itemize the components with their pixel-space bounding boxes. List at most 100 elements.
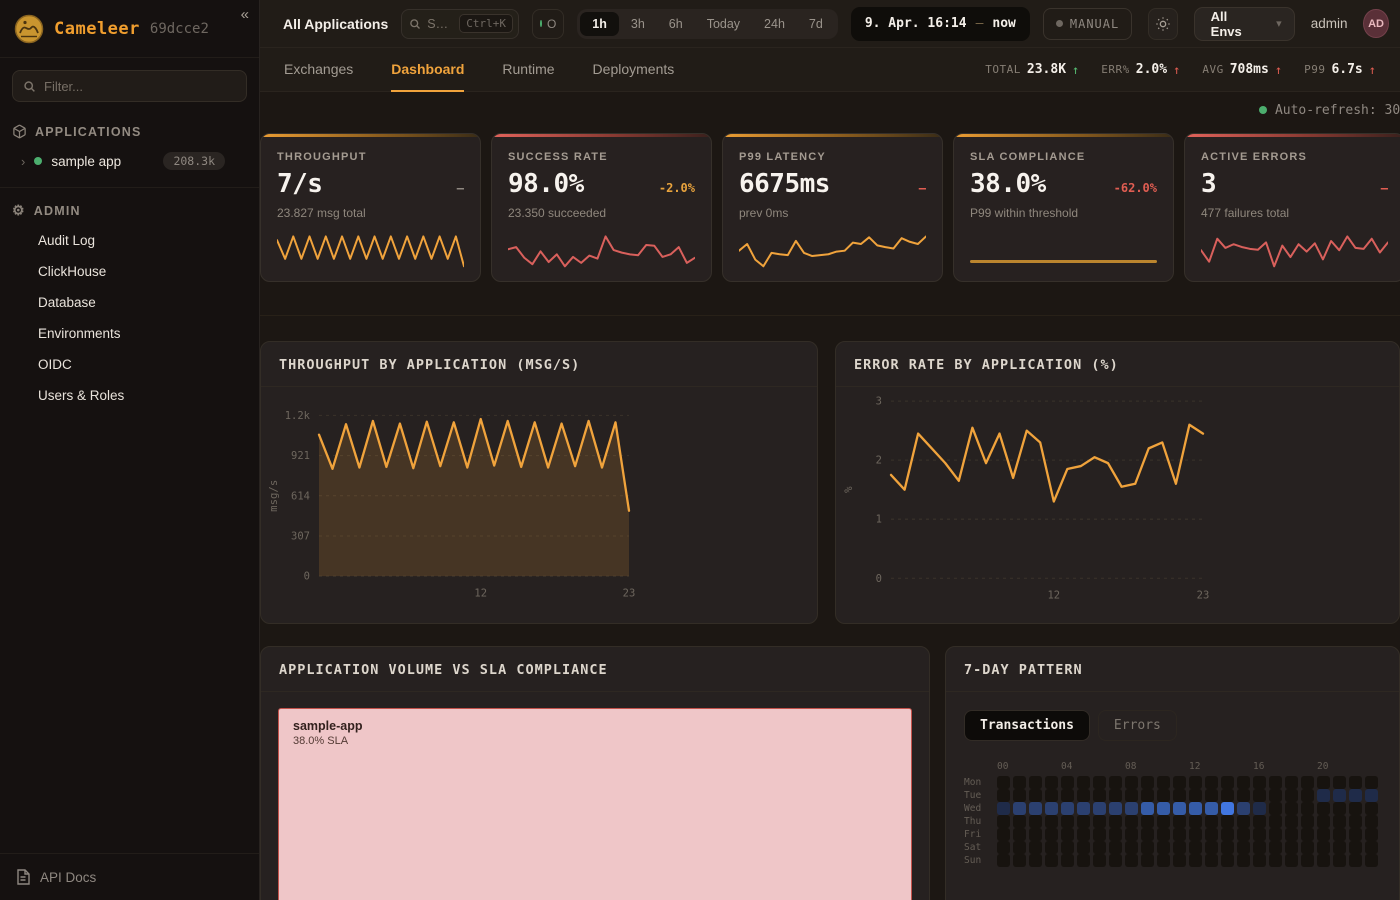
heatmap-cell [1205, 802, 1218, 815]
kpi-value-row: 98.0%-2.0% [508, 169, 695, 199]
trend-arrow-icon: ↑ [1173, 63, 1180, 77]
search-input[interactable] [427, 17, 453, 31]
auto-refresh-label: Auto-refresh: 30s [1275, 103, 1400, 118]
heatmap-cell [1301, 815, 1314, 828]
sidebar-divider [0, 187, 259, 188]
app-root: Cameleer 69dcce2 « APPLICATIONS › sample… [0, 0, 1400, 900]
tab-runtime[interactable]: Runtime [502, 48, 554, 92]
heatmap-cell [1333, 802, 1346, 815]
filter-input[interactable] [44, 79, 236, 94]
brand-logo-icon [14, 14, 44, 44]
sidebar-item-oidc[interactable]: OIDC [0, 349, 259, 380]
range-button-1h[interactable]: 1h [580, 12, 619, 36]
heatmap-cell [1045, 854, 1058, 867]
heatmap-cell [1157, 828, 1170, 841]
heatmap-cell [1317, 815, 1330, 828]
kpi-body: SUCCESS RATE98.0%-2.0%23.350 succeeded [492, 137, 711, 281]
heatmap-cell [1189, 802, 1202, 815]
heatmap-cell [1285, 802, 1298, 815]
sidebar-item-sample-app[interactable]: › sample app 208.3k [0, 145, 259, 177]
live-status-label: O [547, 17, 556, 31]
kpi-sparkline [739, 231, 926, 269]
heatmap-cell [1061, 815, 1074, 828]
kpi-body: P99 LATENCY6675ms–prev 0ms [723, 137, 942, 281]
kpi-card-active-errors: ACTIVE ERRORS3–477 failures total [1184, 133, 1400, 282]
environment-select[interactable]: All Envs ▾ [1194, 7, 1295, 41]
heatmap-cell [1237, 815, 1250, 828]
range-button-7d[interactable]: 7d [797, 12, 835, 36]
heatmap-cell [1349, 776, 1362, 789]
range-button-today[interactable]: Today [695, 12, 752, 36]
kpi-row: THROUGHPUT7/s–23.827 msg totalSUCCESS RA… [260, 133, 1400, 282]
kpi-card-sla-compliance: SLA COMPLIANCE38.0%-62.0%P99 within thre… [953, 133, 1174, 282]
sidebar-filter [12, 70, 247, 102]
tab-exchanges[interactable]: Exchanges [284, 48, 353, 92]
heatmap-cell [1157, 854, 1170, 867]
tab-dashboard[interactable]: Dashboard [391, 48, 464, 92]
user-name: admin [1311, 16, 1348, 31]
volume-sla-title: APPLICATION VOLUME VS SLA COMPLIANCE [261, 647, 929, 692]
heatmap-cell [1141, 776, 1154, 789]
svg-text:2: 2 [876, 455, 882, 467]
range-button-3h[interactable]: 3h [619, 12, 657, 36]
seven-day-pattern-panel: 7-DAY PATTERN TransactionsErrors 0004081… [945, 646, 1400, 900]
error-rate-chart-body: 01231223% [836, 387, 1399, 623]
sla-progress-bar [970, 260, 1157, 263]
avatar[interactable]: AD [1363, 9, 1388, 38]
heatmap-cell [1173, 841, 1186, 854]
svg-text:12: 12 [474, 587, 487, 599]
heatmap-cell [1285, 828, 1298, 841]
heatmap-cell [1141, 815, 1154, 828]
heatmap-row-tue: Tue [964, 789, 1381, 802]
date-range-display[interactable]: 9. Apr. 16:14 – now [851, 7, 1030, 41]
heatmap-cell [1221, 841, 1234, 854]
toggle-errors[interactable]: Errors [1098, 710, 1177, 741]
admin-nav: Audit LogClickHouseDatabaseEnvironmentsO… [0, 225, 259, 411]
kpi-body: SLA COMPLIANCE38.0%-62.0%P99 within thre… [954, 137, 1173, 281]
manual-refresh-button[interactable]: MANUAL [1043, 8, 1132, 40]
heatmap-cell [1173, 789, 1186, 802]
sidebar-item-database[interactable]: Database [0, 287, 259, 318]
heatmap-cell [1301, 841, 1314, 854]
sidebar-collapse-icon[interactable]: « [241, 6, 249, 23]
treemap-node-sample-app[interactable]: sample-app 38.0% SLA [278, 708, 912, 900]
heatmap-hour-label: 16 [1253, 761, 1314, 772]
treemap-node-name: sample-app [293, 719, 897, 733]
heatmap-cell [1077, 841, 1090, 854]
live-status-button[interactable]: O [532, 9, 564, 39]
heatmap-toggle-group: Transactions Errors [964, 710, 1381, 741]
date-from: 9. Apr. 16:14 [865, 16, 967, 31]
sidebar-item-clickhouse[interactable]: ClickHouse [0, 256, 259, 287]
theme-toggle-button[interactable] [1148, 8, 1177, 40]
heatmap-cell [1013, 841, 1026, 854]
heatmap-cell [997, 789, 1010, 802]
sidebar-item-api-docs[interactable]: API Docs [0, 853, 259, 900]
manual-status-dot [1056, 20, 1063, 27]
heatmap-day-label: Thu [964, 816, 994, 827]
heatmap-cell [1125, 802, 1138, 815]
heatmap-cell [997, 854, 1010, 867]
heatmap-cell [1093, 815, 1106, 828]
heatmap-cell [1365, 828, 1378, 841]
tab-deployments[interactable]: Deployments [593, 48, 675, 92]
heatmap-cell [1045, 828, 1058, 841]
sidebar-item-users-roles[interactable]: Users & Roles [0, 380, 259, 411]
toggle-transactions[interactable]: Transactions [964, 710, 1090, 741]
heatmap-cell [1221, 802, 1234, 815]
kpi-label: ACTIVE ERRORS [1201, 151, 1388, 163]
svg-text:3: 3 [876, 396, 882, 408]
global-search[interactable]: Ctrl+K [401, 9, 519, 39]
range-button-6h[interactable]: 6h [657, 12, 695, 36]
heatmap-hour-label: 12 [1189, 761, 1250, 772]
sidebar-item-audit-log[interactable]: Audit Log [0, 225, 259, 256]
stat-p99: P996.7s↑ [1304, 62, 1376, 77]
heatmap-cell [1317, 802, 1330, 815]
heatmap-cell [1141, 802, 1154, 815]
heatmap-cell [1061, 802, 1074, 815]
kpi-subtext: prev 0ms [739, 206, 926, 220]
sidebar-item-environments[interactable]: Environments [0, 318, 259, 349]
heatmap-day-label: Sun [964, 855, 994, 866]
heatmap-cell [1349, 854, 1362, 867]
heatmap-rows: MonTueWedThuFriSatSun [964, 776, 1381, 867]
range-button-24h[interactable]: 24h [752, 12, 797, 36]
